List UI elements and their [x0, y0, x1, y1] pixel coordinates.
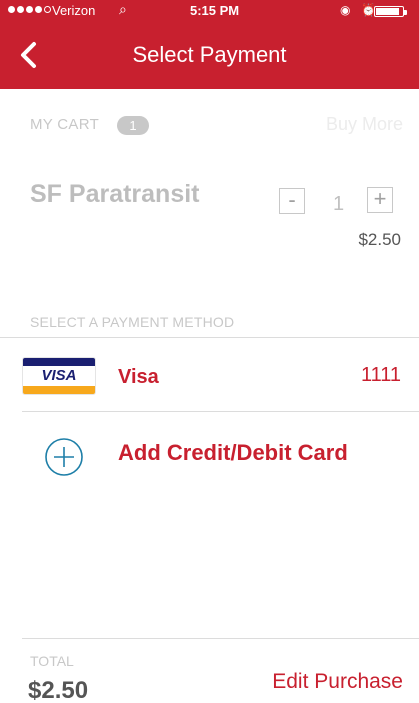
cart-count-badge: 1 — [117, 116, 149, 135]
carrier-name: Verizon — [52, 3, 96, 18]
signal-strength-icon — [8, 6, 51, 13]
edit-purchase-button[interactable]: Edit Purchase — [272, 670, 403, 694]
visa-card-icon: VISA — [22, 357, 96, 395]
battery-icon — [374, 6, 407, 17]
page-title: Select Payment — [132, 42, 287, 67]
payment-method-label: Visa — [118, 366, 159, 388]
cart-item-price: $2.50 — [358, 230, 401, 249]
my-cart-label: MY CART — [30, 116, 100, 133]
rotation-lock-icon: ◉ — [340, 3, 351, 17]
total-label: TOTAL — [30, 653, 74, 669]
visa-brand-text: VISA — [41, 367, 77, 384]
payment-method-section-label: SELECT A PAYMENT METHOD — [30, 314, 235, 330]
header-bar: Verizon ⌕ 5:15 PM ◉ ⏰ Select Payment — [0, 0, 419, 89]
status-time: 5:15 PM — [190, 3, 240, 18]
card-last4: 1111 — [360, 364, 401, 386]
quantity-decrement-button[interactable]: - — [279, 188, 305, 214]
plus-circle-icon — [45, 438, 83, 476]
quantity-increment-button[interactable]: + — [367, 187, 393, 213]
wifi-icon: ⌕ — [119, 1, 127, 17]
total-value: $2.50 — [28, 677, 89, 703]
status-bar: Verizon ⌕ 5:15 PM ◉ ⏰ — [0, 0, 419, 22]
footer-divider — [22, 638, 419, 639]
add-card-label: Add Credit/Debit Card — [118, 440, 348, 465]
buy-more-link[interactable]: Buy More — [326, 114, 403, 135]
cart-item-name: SF Paratransit — [30, 180, 200, 208]
quantity-value: 1 — [333, 193, 345, 215]
